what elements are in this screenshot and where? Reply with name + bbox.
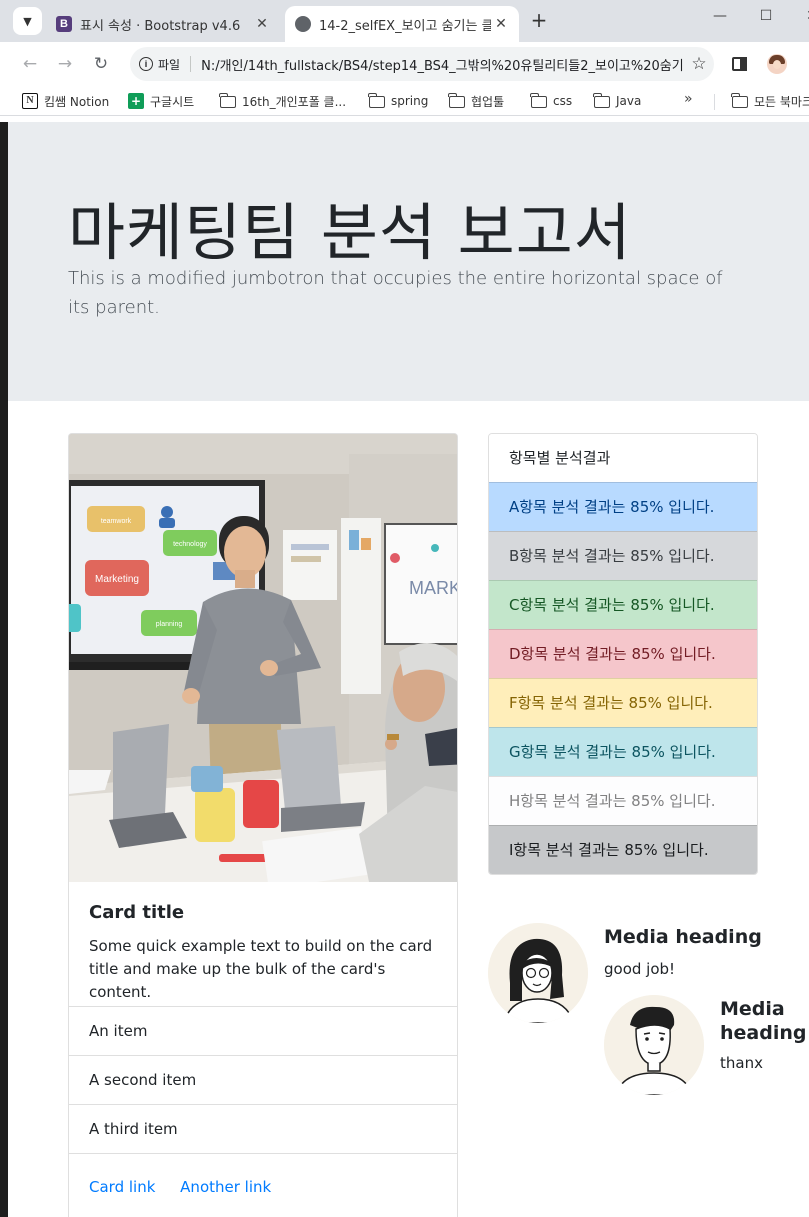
media-heading: Media heading: [604, 926, 762, 948]
url-text[interactable]: N:/개인/14th_fullstack/BS4/step14_BS4_그밖의%…: [201, 55, 684, 74]
bookmark-label: 협업툴: [471, 94, 505, 109]
bookmark-folder[interactable]: 16th_개인포폴 클...: [219, 92, 347, 110]
bookmark-sheets[interactable]: + 구글시트: [128, 92, 194, 110]
folder-icon: [368, 93, 385, 108]
media-text: thanx: [720, 1054, 763, 1072]
side-panel-button[interactable]: [730, 54, 750, 74]
forward-button[interactable]: →: [53, 52, 77, 76]
list-item: A항목 분석 결과는 85% 입니다.: [489, 482, 757, 531]
bookmark-label: 모든 북마크: [754, 94, 809, 109]
list-item: B항목 분석 결과는 85% 입니다.: [489, 531, 757, 580]
list-item: H항목 분석 결과는 85% 입니다.: [489, 776, 757, 825]
page-title: 마케팅팀 분석 보고서: [68, 196, 632, 269]
bookmark-label: Java: [616, 94, 642, 108]
card-title: Card title: [89, 902, 185, 923]
bookmark-label: 킴쌤 Notion: [44, 94, 110, 109]
address-bar[interactable]: i 파일 N:/개인/14th_fullstack/BS4/step14_BS4…: [130, 47, 714, 81]
another-link[interactable]: Another link: [180, 1178, 271, 1196]
bookmark-folder[interactable]: css: [530, 92, 573, 110]
bookmark-folder[interactable]: Java: [593, 92, 642, 110]
close-icon[interactable]: ✕: [491, 16, 511, 32]
list-item: A third item: [69, 1104, 457, 1153]
folder-icon: [593, 93, 610, 108]
arrow-right-icon: →: [57, 54, 73, 74]
tab-title: 표시 속성 · Bootstrap v4.6: [80, 18, 241, 34]
bookmark-label: 구글시트: [150, 94, 195, 109]
divider: [190, 56, 192, 72]
list-item: An item: [69, 1006, 457, 1055]
jumbotron-lead: This is a modified jumbotron that occupi…: [68, 268, 723, 318]
media-object-nested: Media heading thanx: [604, 995, 809, 1105]
card-link[interactable]: Card link: [89, 1178, 155, 1196]
web-page: 마케팅팀 분석 보고서 This is a modified jumbotron…: [8, 122, 809, 1217]
bookmark-label: 16th_개인포폴 클...: [242, 94, 347, 109]
bookmarks-bar: N 킴쌤 Notion + 구글시트 16th_개인포폴 클... spring…: [0, 86, 809, 116]
browser-tab-strip: ▼ B 표시 속성 · Bootstrap v4.6 ✕ 14-2_selfEX…: [0, 0, 809, 42]
list-item: A second item: [69, 1055, 457, 1104]
browser-tab-active[interactable]: 14-2_selfEX_보이고 숨기는 클래스 ✕: [285, 6, 519, 42]
card: teamwork technology Marketing planning M…: [68, 433, 458, 1217]
list-group-header: 항목별 분석결과: [489, 434, 757, 482]
new-tab-button[interactable]: +: [527, 9, 551, 33]
jumbotron: 마케팅팀 분석 보고서 This is a modified jumbotron…: [8, 122, 809, 401]
card-body: Card title Some quick example text to bu…: [69, 882, 457, 1024]
close-icon[interactable]: ✕: [252, 16, 272, 32]
arrow-left-icon: ←: [22, 54, 38, 74]
list-item: I항목 분석 결과는 85% 입니다.: [489, 825, 757, 874]
file-scheme-chip: 파일: [158, 57, 181, 72]
bootstrap-icon: B: [56, 16, 72, 32]
slide-label: planning: [156, 621, 183, 628]
tab-search-button[interactable]: ▼: [13, 7, 42, 35]
card-footer: Card link Another link: [69, 1153, 457, 1217]
list-item: C항목 분석 결과는 85% 입니다.: [489, 580, 757, 629]
bookmark-folder[interactable]: spring: [368, 92, 429, 110]
globe-icon: [295, 16, 311, 32]
man-avatar-icon: [604, 995, 704, 1095]
card-text: Some quick example text to build on the …: [89, 937, 433, 1001]
minimize-button[interactable]: —: [705, 8, 735, 32]
card-list-group: An item A second item A third item: [69, 1006, 457, 1153]
slide-label: teamwork: [101, 518, 132, 525]
woman-avatar: [488, 923, 588, 1023]
all-bookmarks-folder[interactable]: 모든 북마크: [731, 92, 809, 110]
bookmark-notion[interactable]: N 킴쌤 Notion: [22, 92, 109, 110]
reload-icon: ↻: [93, 54, 109, 74]
media-text: good job!: [604, 960, 676, 978]
card-image: teamwork technology Marketing planning M…: [69, 434, 457, 882]
results-list-group: 항목별 분석결과 A항목 분석 결과는 85% 입니다. B항목 분석 결과는 …: [488, 433, 758, 875]
tab-title: 14-2_selfEX_보이고 숨기는 클래스: [319, 18, 491, 34]
reload-button[interactable]: ↻: [89, 52, 113, 76]
flipchart-text: MARK: [409, 578, 457, 598]
window-edge: [0, 122, 8, 1217]
list-item: G항목 분석 결과는 85% 입니다.: [489, 727, 757, 776]
man-avatar: [604, 995, 704, 1095]
browser-tab-bootstrap[interactable]: B 표시 속성 · Bootstrap v4.6 ✕: [48, 6, 280, 42]
window-close-button[interactable]: ✕: [797, 8, 809, 32]
presentation-photo: teamwork technology Marketing planning M…: [69, 434, 457, 882]
star-icon[interactable]: ☆: [684, 54, 714, 74]
list-item: D항목 분석 결과는 85% 입니다.: [489, 629, 757, 678]
list-item: F항목 분석 결과는 85% 입니다.: [489, 678, 757, 727]
chevron-down-icon: ▼: [23, 14, 32, 28]
browser-toolbar: ← → ↻ i 파일 N:/개인/14th_fullstack/BS4/step…: [0, 42, 809, 86]
slide-label: Marketing: [95, 574, 139, 585]
back-button[interactable]: ←: [18, 52, 42, 76]
divider: [714, 94, 715, 110]
bookmark-label: spring: [391, 94, 429, 108]
woman-avatar-icon: [488, 923, 588, 1023]
folder-icon: [448, 93, 465, 108]
folder-icon: [530, 93, 547, 108]
info-icon[interactable]: i: [139, 57, 153, 71]
sheets-icon: +: [128, 93, 144, 109]
folder-icon: [731, 93, 748, 108]
slide-label: technology: [173, 541, 207, 548]
bookmarks-overflow-button[interactable]: »: [684, 91, 693, 107]
bookmark-folder[interactable]: 협업툴: [448, 92, 505, 110]
maximize-button[interactable]: ☐: [751, 8, 781, 32]
folder-icon: [219, 93, 236, 108]
profile-avatar[interactable]: [767, 54, 787, 74]
notion-icon: N: [22, 93, 38, 109]
bookmark-label: css: [553, 94, 573, 108]
media-heading: Media heading: [720, 998, 807, 1044]
